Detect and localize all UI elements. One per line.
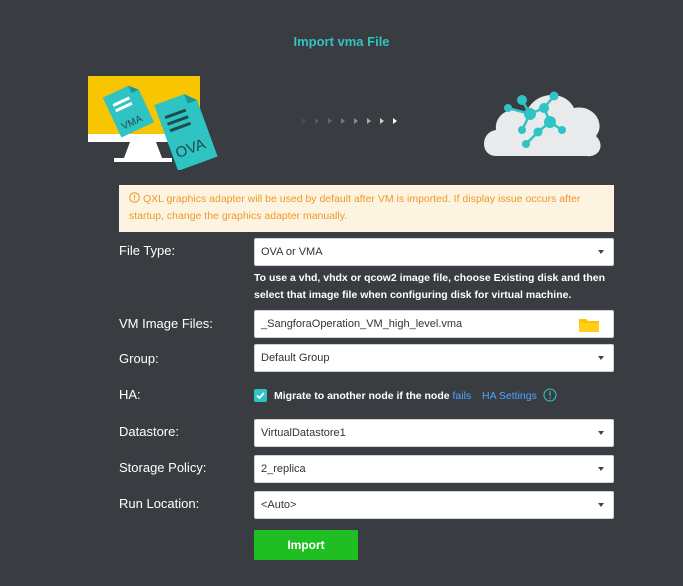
chevron-down-icon xyxy=(598,356,604,360)
ha-migrate-text: Migrate to another node if the node fail… xyxy=(274,390,471,402)
chevron-down-icon xyxy=(598,431,604,435)
datastore-value: VirtualDatastore1 xyxy=(261,427,346,439)
ha-settings-link[interactable]: HA Settings xyxy=(482,390,537,402)
group-value: Default Group xyxy=(261,352,330,364)
datastore-label: Datastore: xyxy=(119,424,179,439)
graphics-adapter-notice: QXL graphics adapter will be used by def… xyxy=(119,185,614,232)
group-select[interactable]: Default Group xyxy=(254,344,614,372)
run-location-select[interactable]: <Auto> xyxy=(254,491,614,519)
run-location-value: <Auto> xyxy=(261,499,297,511)
chevron-down-icon xyxy=(598,467,604,471)
transfer-arrows-icon xyxy=(302,114,412,128)
chevron-down-icon xyxy=(598,503,604,507)
storage-policy-value: 2_replica xyxy=(261,463,306,475)
vm-image-file-value: _SangforaOperation_VM_high_level.vma xyxy=(261,318,463,330)
ha-fails-link[interactable]: fails xyxy=(453,390,472,402)
dialog-title: Import vma File xyxy=(293,34,390,49)
chevron-down-icon xyxy=(598,250,604,254)
group-label: Group: xyxy=(119,351,159,366)
run-location-label: Run Location: xyxy=(119,496,200,511)
import-button[interactable]: Import xyxy=(254,530,358,560)
file-type-label: File Type: xyxy=(119,243,176,258)
file-type-select[interactable]: OVA or VMA xyxy=(254,238,614,266)
info-icon[interactable] xyxy=(543,388,557,402)
ha-migrate-checkbox[interactable] xyxy=(254,389,267,402)
image-type-hint: To use a vhd, vhdx or qcow2 image file, … xyxy=(254,272,606,301)
notice-text: QXL graphics adapter will be used by def… xyxy=(129,193,581,222)
storage-policy-select[interactable]: 2_replica xyxy=(254,455,614,483)
file-type-value: OVA or VMA xyxy=(261,246,323,258)
folder-icon[interactable] xyxy=(579,317,599,332)
checkmark-icon xyxy=(256,392,265,400)
ha-label: HA: xyxy=(119,387,141,402)
vm-image-file-input[interactable]: _SangforaOperation_VM_high_level.vma xyxy=(254,310,614,338)
storage-policy-label: Storage Policy: xyxy=(119,460,207,475)
ha-migrate-label: Migrate to another node if the node xyxy=(274,390,450,402)
datastore-select[interactable]: VirtualDatastore1 xyxy=(254,419,614,447)
vm-image-files-label: VM Image Files: xyxy=(119,316,213,331)
cloud-network-illustration xyxy=(478,74,606,166)
info-warning-icon xyxy=(129,192,140,203)
monitor-files-illustration: VMA OVA xyxy=(88,74,228,171)
